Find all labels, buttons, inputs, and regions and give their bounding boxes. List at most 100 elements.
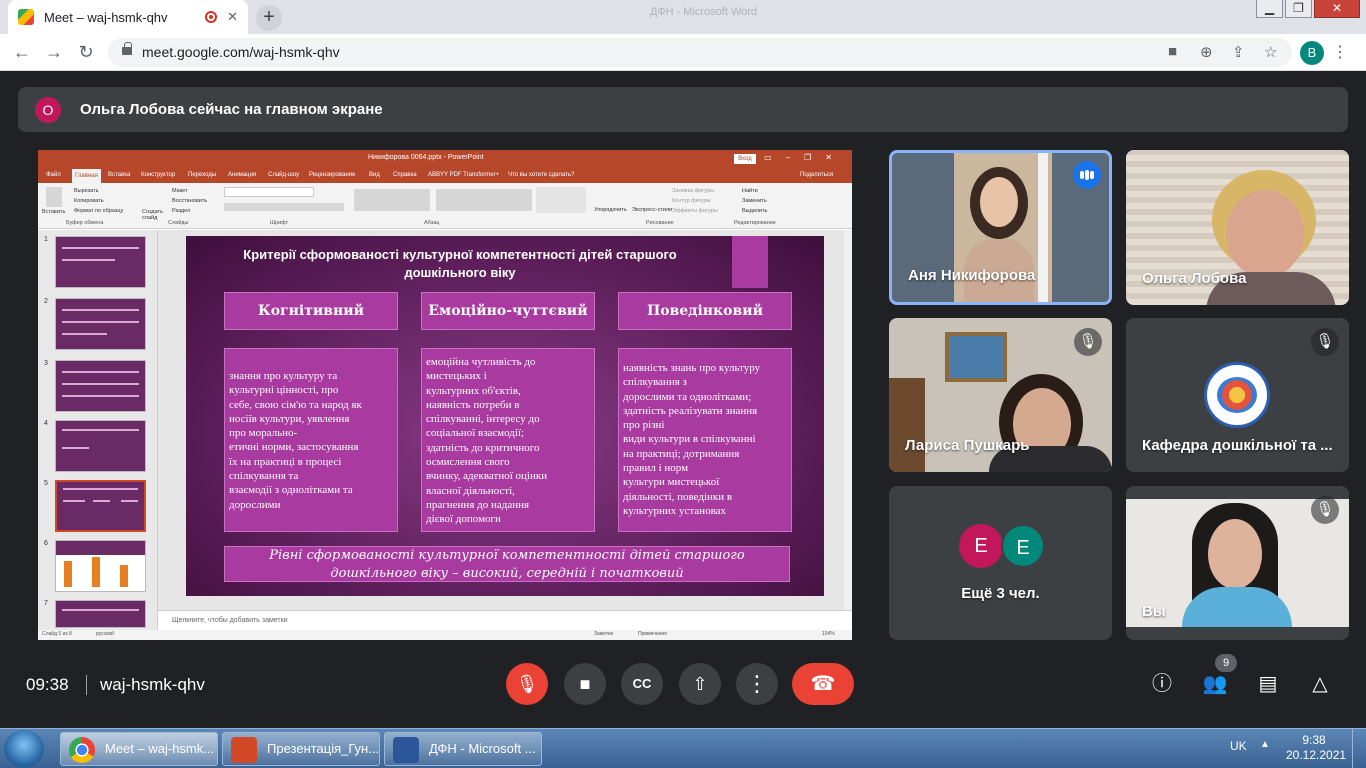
captions-button[interactable]: CC [621, 663, 663, 705]
leave-call-button[interactable]: ☎ [792, 663, 854, 705]
text-line: вчинку, адекватної оцінки [426, 470, 548, 483]
participant-tile-olga[interactable]: Ольга Лобова [1126, 150, 1349, 305]
participant-tile-kafedra[interactable]: 🎙 Кафедра дошкільної та ... [1126, 318, 1349, 472]
column-body-behavioral: наявність знань про культуру спілкування… [618, 348, 792, 532]
participant-tile-others[interactable]: Е Е Ещё 3 чел. [889, 486, 1112, 640]
chrome-icon [69, 737, 95, 763]
forward-arrow-icon[interactable]: → [42, 41, 66, 65]
lock-icon[interactable] [122, 42, 132, 55]
pp-menu-item: Файл [46, 172, 61, 178]
taskbar-word-button[interactable]: ДФН - Microsoft ... [384, 732, 542, 766]
keyboard-language[interactable]: UK [1230, 739, 1247, 753]
camera-button[interactable]: ■ [564, 663, 606, 705]
pp-menu-item: Вид [369, 172, 380, 178]
participant-tile-anya[interactable]: Аня Никифорова [889, 150, 1112, 305]
powerpoint-window-controls-icon: ▭–❐✕ [764, 153, 846, 162]
present-button[interactable]: ⇧ [679, 663, 721, 705]
back-arrow-icon[interactable]: ← [10, 41, 34, 65]
thumb-number: 7 [44, 600, 48, 607]
column-header-behavioral: Поведінковий [618, 292, 792, 330]
chat-button[interactable]: ▤ [1254, 670, 1282, 698]
speaking-indicator-icon [1073, 161, 1101, 189]
status-language: русский [96, 631, 114, 637]
column-body-cognitive: знання про культуру та культурні цінност… [224, 348, 398, 532]
thumb-number: 2 [44, 298, 48, 305]
ribbon-group-label: Буфер обмена [66, 220, 104, 226]
slide-thumbnail [55, 298, 146, 350]
text-line: наявність потреби в [426, 398, 520, 411]
participant-name: Ольга Лобова [1142, 270, 1247, 287]
presenter-banner: О Ольга Лобова сейчас на главном экране [18, 87, 1348, 132]
people-button[interactable]: 👥 [1201, 670, 1229, 698]
mic-muted-icon: 🎙 [1311, 328, 1339, 356]
start-button[interactable] [4, 730, 44, 768]
pp-menu-item: Конструктор [141, 172, 176, 178]
slide-thumbnail [55, 600, 146, 628]
more-vert-icon: ⋮ [746, 671, 768, 696]
powerpoint-ribbon: Вставить Вырезать Копировать Формат по о… [38, 183, 852, 229]
close-window-button[interactable]: ✕ [1314, 0, 1360, 18]
new-tab-button[interactable]: + [256, 5, 282, 31]
notes-pane: Щелкните, чтобы добавить заметки [158, 610, 852, 630]
participant-face [1208, 519, 1262, 589]
participant-tile-self[interactable]: 🎙 Вы [1126, 486, 1349, 640]
ribbon-item: Упорядочить [594, 207, 627, 213]
shapes-gallery [536, 187, 586, 213]
column-header-cognitive: Когнітивний [224, 292, 398, 330]
zoom-icon[interactable]: ⊕ [1200, 43, 1213, 61]
show-desktop-button[interactable] [1352, 729, 1366, 768]
thumb-number: 5 [44, 480, 48, 487]
status-zoom: 104% [822, 631, 835, 637]
ribbon-item: Копировать [74, 198, 104, 204]
profile-avatar[interactable]: B [1300, 41, 1324, 65]
text-line: мистецьких і [426, 370, 487, 383]
tray-clock[interactable]: 9:38 20.12.2021 [1286, 733, 1346, 763]
text-line: спілкування з [623, 376, 687, 389]
department-logo-icon [1204, 362, 1270, 428]
participant-name: Лариса Пушкарь [905, 437, 1030, 454]
activities-button[interactable]: △ [1306, 670, 1334, 698]
share-icon[interactable]: ⇪ [1232, 43, 1245, 61]
presenter-banner-text: Ольга Лобова сейчас на главном экране [80, 101, 383, 118]
pp-menu-item-active: Главная [72, 169, 101, 183]
minimize-button[interactable]: ▁ [1256, 0, 1283, 18]
text-line: наявність знань про культуру [623, 362, 761, 374]
text-line: на практиці; дотримання [623, 447, 740, 460]
info-icon: ⓘ [1152, 673, 1172, 695]
powerpoint-titlebar: Никифорова 0064.pptx - PowerPoint Вход ▭… [38, 150, 852, 169]
slide-thumbnail [55, 360, 146, 412]
text-line: про різні [623, 419, 665, 432]
bookmark-star-icon[interactable]: ☆ [1264, 43, 1277, 61]
status-comments: Примечания [638, 631, 667, 637]
tray-expand-icon[interactable]: ▲ [1260, 739, 1270, 750]
text-line: спілкування та [229, 470, 299, 483]
ribbon-item: Контур фигуры [672, 198, 711, 204]
text-line: себе, свою сім'ю та народ як [229, 398, 362, 411]
wall-painting [945, 332, 1007, 382]
text-line: дорослими [229, 498, 281, 511]
powerpoint-menu: Файл Главная Вставка Конструктор Переход… [38, 169, 852, 183]
taskbar-powerpoint-button[interactable]: Презентація_Гун... [222, 732, 380, 766]
more-options-button[interactable]: ⋮ [736, 663, 778, 705]
mic-off-button[interactable]: 🎙 [506, 663, 548, 705]
browser-tab-meet[interactable]: Meet – waj-hsmk-qhv ✕ [8, 0, 248, 34]
browser-menu-icon[interactable]: ⋮ [1332, 42, 1348, 62]
reload-icon[interactable]: ↻ [74, 41, 98, 65]
text-line: прагнення до надання [426, 498, 530, 511]
participant-tile-larisa[interactable]: 🎙 Лариса Пушкарь [889, 318, 1112, 472]
text-line: спілкуванні, інтересу до [426, 413, 540, 426]
taskbar-label: Meet – waj-hsmk... [105, 741, 215, 756]
powerpoint-icon [231, 737, 257, 763]
address-bar[interactable]: meet.google.com/waj-hsmk-qhv ■ ⊕ ⇪ ☆ [108, 38, 1292, 67]
meeting-details-button[interactable]: ⓘ [1148, 670, 1176, 698]
column-body-emotional: емоційна чутливість до мистецьких і куль… [421, 348, 595, 532]
text-line: здатність реалізувати знання [623, 404, 758, 417]
tab-close-icon[interactable]: ✕ [227, 9, 238, 25]
taskbar-chrome-button[interactable]: Meet – waj-hsmk... [60, 732, 218, 766]
slide-footer-box: Рівні сформованості культурної компетент… [224, 546, 790, 582]
divider [86, 675, 87, 695]
participant-face [1226, 190, 1304, 278]
hang-up-icon: ☎ [810, 673, 836, 695]
maximize-button[interactable]: ❐ [1285, 0, 1312, 18]
camera-permission-icon[interactable]: ■ [1168, 43, 1177, 60]
